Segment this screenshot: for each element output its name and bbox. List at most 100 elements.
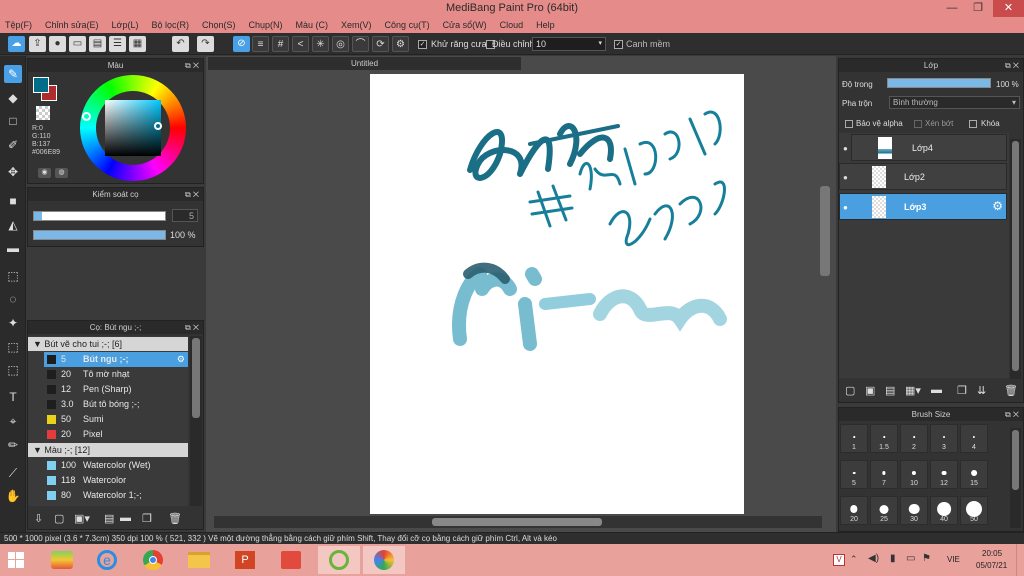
clipping-checkbox[interactable]	[914, 120, 922, 128]
menu-window[interactable]: Cửa sổ(W)	[443, 20, 487, 30]
menu-layer[interactable]: Lớp(L)	[112, 20, 139, 30]
layer-row[interactable]: ● Lớp3 ⚙	[839, 193, 1007, 220]
brush-size-slider[interactable]	[33, 211, 166, 221]
layer-row[interactable]: ● Lớp2	[839, 163, 1007, 190]
panel-close-icon[interactable]: ⧉ ✕	[1005, 59, 1019, 72]
document-icon[interactable]: ▤	[89, 36, 106, 52]
file-explorer-icon[interactable]	[178, 546, 220, 574]
hand-tool-icon[interactable]: ✋	[4, 487, 22, 505]
settings-icon[interactable]: ⚙	[392, 36, 409, 52]
maximize-button[interactable]: ❐	[966, 0, 990, 17]
share-icon[interactable]: ⇪	[29, 36, 46, 52]
adjust-dropdown[interactable]: 10 ▾	[532, 37, 606, 51]
brush-item[interactable]: 20 Pixel	[44, 427, 188, 442]
menu-capture[interactable]: Chụp(N)	[249, 20, 283, 30]
show-hidden-icons[interactable]: ⌃	[850, 554, 858, 565]
grid-icon[interactable]: ▦	[129, 36, 146, 52]
tray-app-icon[interactable]: V	[833, 554, 845, 566]
network-icon[interactable]: ▮	[890, 553, 896, 564]
parallel-snap-icon[interactable]: ≡	[252, 36, 269, 52]
folder-icon[interactable]: ▬	[120, 512, 131, 524]
text-tool-icon[interactable]: T	[4, 388, 22, 406]
layer-row[interactable]: ● Lớp4	[843, 134, 1007, 161]
select-eraser-tool-icon[interactable]: ⬚	[4, 361, 22, 379]
brush-item[interactable]: 80 Watercolor 1;-;	[44, 488, 188, 503]
transparent-color-swatch[interactable]	[36, 106, 50, 120]
lock-checkbox[interactable]	[969, 120, 977, 128]
menu-filter[interactable]: Bộ lọc(R)	[151, 20, 189, 30]
curve-snap-icon[interactable]: ⌒	[352, 36, 369, 52]
radial-snap-icon[interactable]: ✳	[312, 36, 329, 52]
cloud-download-icon[interactable]: ⇩	[34, 512, 43, 525]
brush-item[interactable]: 3.0 Bút tô bóng ;-;	[44, 397, 188, 412]
duplicate-icon[interactable]: ❐	[957, 384, 967, 397]
brush-tool-icon[interactable]: ✎	[4, 65, 22, 83]
magic-wand-tool-icon[interactable]: ✦	[4, 314, 22, 332]
new-brush-icon[interactable]: ▢	[54, 512, 64, 525]
comment-icon[interactable]: ▭	[69, 36, 86, 52]
brush-size-preset[interactable]: 4	[960, 424, 988, 453]
chat-icon[interactable]: ●	[49, 36, 66, 52]
select-pen-tool-icon[interactable]: ⬚	[4, 338, 22, 356]
saturation-value-square[interactable]	[105, 100, 161, 156]
rotate-icon[interactable]: ⟳	[372, 36, 389, 52]
eye-icon[interactable]: ●	[843, 203, 848, 212]
canvas-horizontal-scrollbar[interactable]	[214, 516, 822, 528]
gradient-tool-icon[interactable]: ▬	[4, 239, 22, 257]
volume-icon[interactable]: ◀)	[868, 553, 879, 564]
blend-mode-dropdown[interactable]: Bình thường ▾	[889, 96, 1020, 109]
brush-settings-icon[interactable]: ▤	[104, 512, 114, 525]
eye-icon[interactable]: ●	[843, 144, 848, 153]
gear-icon[interactable]: ⚙	[177, 352, 185, 367]
add-layer-menu-icon[interactable]: ▦▾	[905, 384, 921, 397]
panel-close-icon[interactable]: ⧉ ✕	[185, 59, 199, 72]
brush-size-preset[interactable]: 40	[930, 496, 958, 525]
new-halftone-layer-icon[interactable]: ▣	[865, 384, 875, 397]
layer-opacity-slider[interactable]	[887, 78, 991, 88]
bluestacks-icon[interactable]	[41, 546, 83, 574]
menu-help[interactable]: Help	[536, 20, 555, 30]
network-app-icon[interactable]	[270, 546, 312, 574]
undo-icon[interactable]: ↶	[172, 36, 189, 52]
folder-icon[interactable]: ▬	[931, 384, 942, 396]
list-icon[interactable]: ☰	[109, 36, 126, 52]
brush-group-header[interactable]: ▼ Bút vẽ cho tui ;-; [6]	[28, 337, 188, 351]
panel-close-icon[interactable]: ⧉ ✕	[1005, 408, 1019, 421]
minimize-button[interactable]: —	[940, 0, 964, 17]
brush-size-scrollbar[interactable]	[1010, 428, 1021, 528]
eye-icon[interactable]: ●	[843, 173, 848, 182]
brush-item[interactable]: 5 Bút ngu ;-; ⚙	[44, 352, 188, 367]
windows-start-icon[interactable]	[8, 552, 24, 568]
operation-tool-icon[interactable]: ⌖	[4, 412, 22, 430]
menu-color[interactable]: Màu (C)	[296, 20, 329, 30]
new-8bit-layer-icon[interactable]: ▤	[885, 384, 895, 397]
menu-edit[interactable]: Chỉnh sửa(E)	[45, 20, 99, 30]
panel-close-icon[interactable]: ⧉ ✕	[185, 321, 199, 334]
menu-tools[interactable]: Công cụ(T)	[385, 20, 430, 30]
brush-size-preset[interactable]: 25	[870, 496, 898, 525]
show-desktop-button[interactable]	[1016, 544, 1024, 576]
crisscross-snap-icon[interactable]: #	[272, 36, 289, 52]
lasso-tool-icon[interactable]: ◌	[4, 290, 22, 308]
drawing-canvas[interactable]	[370, 74, 744, 514]
vanishing-point-icon[interactable]: <	[292, 36, 309, 52]
protect-alpha-checkbox[interactable]	[845, 120, 853, 128]
color-slider-mode-button[interactable]: ◍	[55, 168, 68, 178]
brush-item[interactable]: 50 Sumi	[44, 412, 188, 427]
color-wheel-mode-button[interactable]: ◉	[38, 168, 51, 178]
foreground-color-swatch[interactable]	[33, 77, 49, 93]
trash-icon[interactable]: 🗑	[168, 512, 182, 525]
no-snap-icon[interactable]: ⊘	[233, 36, 250, 52]
divide-tool-icon[interactable]: ✏	[4, 436, 22, 454]
eraser-tool-icon[interactable]: ◆	[4, 89, 22, 107]
soft-edge-checkbox[interactable]: ✓	[614, 40, 623, 49]
brush-item[interactable]: 118 Watercolor	[44, 473, 188, 488]
move-tool-icon[interactable]: ✥	[4, 163, 22, 181]
brush-size-preset[interactable]: 2	[900, 424, 928, 453]
brush-size-preset[interactable]: 1.5	[870, 424, 898, 453]
flag-icon[interactable]: ⚑	[922, 553, 931, 564]
close-button[interactable]: ✕	[993, 0, 1024, 17]
brush-item[interactable]: 100 Watercolor (Wet)	[44, 458, 188, 473]
circle-snap-icon[interactable]: ◎	[332, 36, 349, 52]
pen-tool-icon[interactable]: ✐	[4, 136, 22, 154]
